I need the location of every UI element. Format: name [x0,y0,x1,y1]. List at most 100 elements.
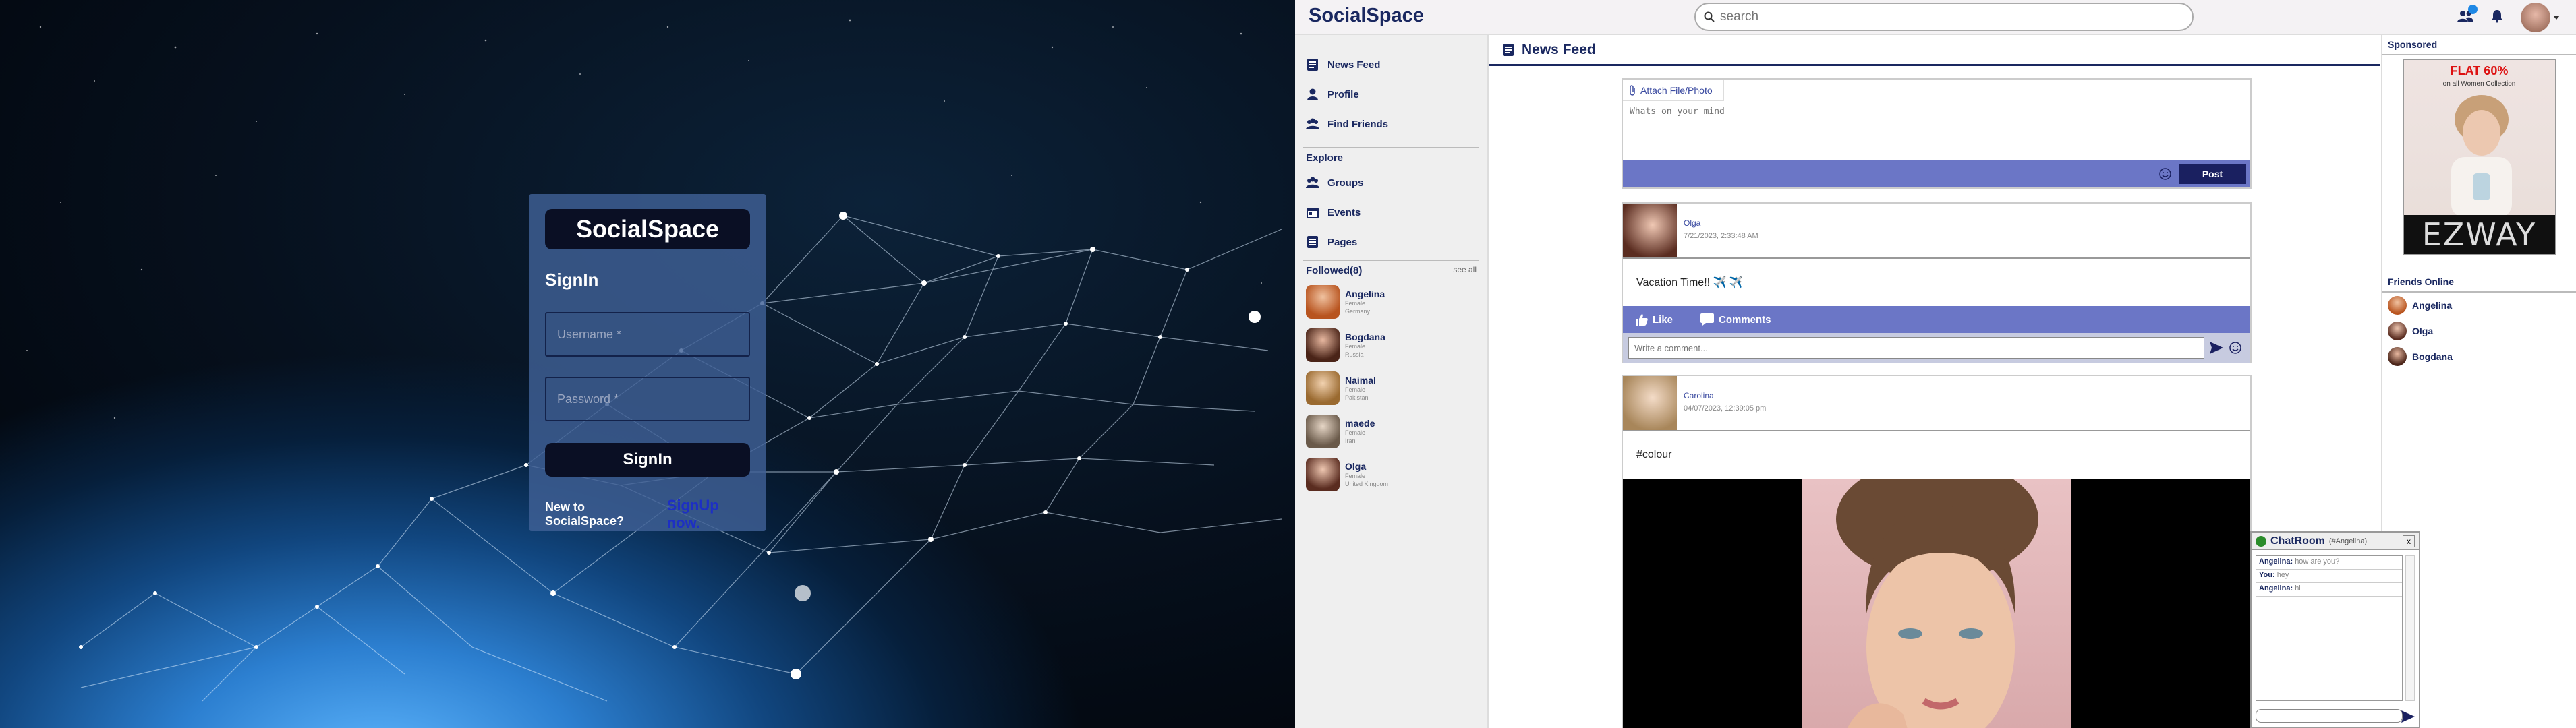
user-menu[interactable] [2521,3,2560,32]
groups-icon [1306,177,1319,188]
social-app: SocialSpace News Feed Profile Find Frien… [1295,0,2576,728]
friends-icon[interactable] [2457,4,2478,26]
sidebar-item-label: Groups [1327,177,1364,189]
caret-down-icon [2553,16,2560,20]
friends-online-title: Friends Online [2382,272,2576,293]
post-author[interactable]: Olga [1684,218,1758,228]
sidebar-item-news-feed[interactable]: News Feed [1303,50,1479,80]
online-friend-name: Bogdana [2412,351,2453,362]
online-friend[interactable]: Olga [2382,318,2576,344]
password-input[interactable] [545,377,750,421]
portrait-illustration [1836,479,2038,728]
see-all-link[interactable]: see all [1453,265,1477,276]
login-brand-title: SocialSpace [575,215,720,243]
followed-item[interactable]: Naimal Female Pakistan [1303,367,1479,410]
chat-message: Angelina: how are you? [2256,556,2402,570]
avatar[interactable] [1623,376,1677,430]
message-text: how are you? [2295,557,2340,566]
sidebar-item-pages[interactable]: Pages [1303,227,1479,257]
paperclip-icon [1630,84,1635,96]
sidebar-item-profile[interactable]: Profile [1303,80,1479,109]
chat-message: You: hey [2256,570,2402,583]
post-composer: Attach File/Photo Post [1622,78,2252,189]
followed-gender: Female [1345,300,1366,307]
like-label: Like [1653,313,1673,326]
post-timestamp: 7/21/2023, 2:33:48 AM [1684,232,1758,240]
emoji-icon[interactable] [2158,167,2172,181]
followed-item[interactable]: Olga Female United Kingdom [1303,453,1479,496]
send-icon[interactable] [2210,342,2223,354]
sponsored-ad[interactable]: FLAT 60% on all Women Collection EZWAY [2403,59,2556,255]
portrait-photo [1802,479,2071,728]
ad-headline: FLAT 60% [2450,64,2509,78]
sidebar-item-label: Pages [1327,236,1358,248]
post-textarea[interactable] [1623,101,2230,142]
main-feed: News Feed Attach File/Photo Post Olga 7/… [1489,35,2380,728]
find-friends-icon [1306,118,1319,129]
chat-title: ChatRoom [2270,535,2325,547]
post-image[interactable] [1623,479,2250,728]
feed-header: News Feed [1489,35,2380,66]
emoji-icon[interactable] [2229,341,2242,355]
online-friend[interactable]: Angelina [2382,293,2576,318]
followed-item[interactable]: Bogdana Female Russia [1303,324,1479,367]
signup-link[interactable]: SignUp now. [667,497,750,532]
followed-name: Angelina [1345,289,1385,299]
sidebar-item-groups[interactable]: Groups [1303,168,1479,198]
followed-country: United Kingdom [1345,481,1389,487]
avatar[interactable] [1623,204,1677,257]
followed-item[interactable]: maede Female Iran [1303,410,1479,453]
post-button[interactable]: Post [2179,164,2246,184]
chat-scrollbar[interactable] [2405,555,2415,701]
sidebar-item-events[interactable]: Events [1303,198,1479,227]
post-actions: Like Comments [1623,306,2250,333]
avatar [2388,347,2407,366]
app-logo[interactable]: SocialSpace [1309,5,1424,27]
message-text: hey [2277,571,2289,579]
sidebar-item-find-friends[interactable]: Find Friends [1303,109,1479,139]
message-sender: Angelina: [2259,557,2293,566]
like-button[interactable]: Like [1635,313,1673,326]
send-icon[interactable] [2401,710,2415,723]
signin-button[interactable]: SignIn [545,443,750,477]
followed-item[interactable]: Angelina Female Germany [1303,280,1479,324]
followed-section-title: Followed(8) see all [1303,260,1479,280]
search-box [1694,3,2194,31]
close-chat-button[interactable]: x [2403,535,2415,547]
followed-country: Germany [1345,308,1371,315]
search-input[interactable] [1720,9,2165,24]
ad-brand: EZWAY [2403,215,2555,254]
calendar-icon [1307,208,1319,218]
login-brand-box: SocialSpace [545,209,750,249]
news-feed-icon [1503,43,1514,56]
online-friend[interactable]: Bogdana [2382,344,2576,369]
comment-input[interactable] [1628,337,2204,359]
post-header: Olga 7/21/2023, 2:33:48 AM [1623,204,2250,259]
post-author[interactable]: Carolina [1684,391,1766,400]
username-input[interactable] [545,312,750,357]
feed-post: Olga 7/21/2023, 2:33:48 AM Vacation Time… [1622,202,2252,363]
avatar [1306,285,1340,319]
followed-gender: Female [1345,343,1366,350]
message-sender: Angelina: [2259,584,2293,593]
ad-model-illustration [2451,95,2512,218]
attach-file-button[interactable]: Attach File/Photo [1623,80,1724,101]
online-friend-name: Angelina [2412,300,2453,311]
chat-input[interactable] [2256,709,2403,723]
followed-gender: Female [1345,386,1366,393]
chatroom-popup: ChatRoom (#Angelina) x Angelina: how are… [2250,531,2420,728]
user-avatar[interactable] [2521,3,2550,32]
followed-country: Iran [1345,437,1356,444]
followed-name: Olga [1345,461,1367,472]
explore-section-title: Explore [1303,147,1479,168]
avatar [2388,296,2407,315]
message-sender: You: [2259,571,2275,579]
online-status-icon [2256,535,2266,547]
avatar [2388,322,2407,340]
online-friend-name: Olga [2412,326,2434,336]
screen: SocialSpace SignIn SignIn New to SocialS… [0,0,2576,728]
bell-icon[interactable] [2491,9,2503,26]
post-text: #colour [1636,449,1672,460]
comments-button[interactable]: Comments [1700,313,1771,326]
composer-action-bar: Post [1623,160,2250,187]
